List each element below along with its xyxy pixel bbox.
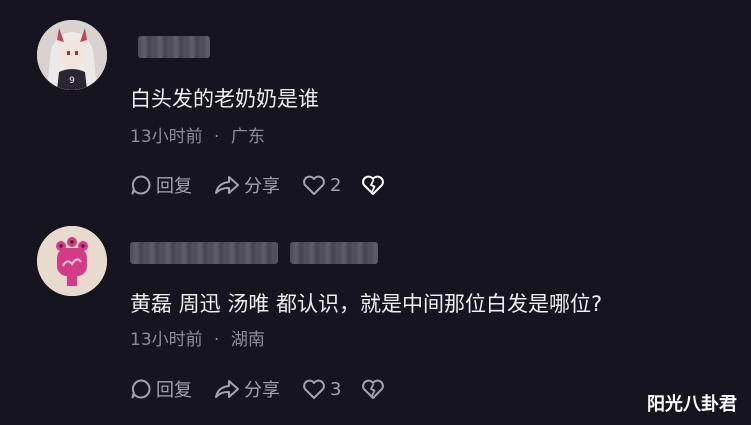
- comment-item-1: 9 白头发的老奶奶是谁 13小时前 · 广东 回复 分享 2: [0, 0, 751, 212]
- watermark: 阳光八卦君: [647, 394, 737, 415]
- comment-item-2: 黄磊 周迅 汤唯 都认识，就是中间那位白发是哪位? 13小时前 · 湖南 回复 …: [0, 212, 751, 425]
- heart-icon: [303, 175, 325, 195]
- comment-meta: 13小时前 · 广东: [130, 122, 265, 147]
- reply-label: 回复: [156, 176, 192, 197]
- broken-heart-icon: [362, 175, 385, 195]
- meta-separator: ·: [214, 127, 220, 147]
- reply-button[interactable]: 回复: [130, 172, 192, 198]
- like-count: 2: [330, 174, 342, 196]
- like-count: 3: [330, 378, 342, 400]
- meta-separator: ·: [214, 330, 220, 350]
- reply-icon: [131, 175, 151, 195]
- reply-button[interactable]: 回复: [130, 376, 192, 402]
- avatar[interactable]: [37, 226, 107, 296]
- comment-text: 黄磊 周迅 汤唯 都认识，就是中间那位白发是哪位?: [130, 292, 603, 316]
- heart-icon: [303, 379, 325, 399]
- anime-character-avatar-icon: 9: [37, 20, 107, 90]
- comment-location: 广东: [230, 127, 265, 147]
- comment-location: 湖南: [230, 330, 265, 350]
- username-redacted: [138, 36, 210, 58]
- reply-icon: [131, 379, 151, 399]
- username-redacted-suffix: [290, 242, 378, 264]
- comment-actions: 回复 分享 2: [130, 172, 385, 198]
- broken-heart-icon: [362, 379, 385, 399]
- comment-time: 13小时前: [130, 330, 203, 350]
- share-icon: [215, 176, 239, 194]
- like-button[interactable]: 2: [302, 174, 341, 196]
- comment-text: 白头发的老奶奶是谁: [130, 87, 319, 111]
- reply-label: 回复: [156, 380, 192, 401]
- avatar[interactable]: 9: [37, 20, 107, 90]
- share-icon: [215, 380, 239, 398]
- share-button[interactable]: 分享: [214, 172, 280, 198]
- share-button[interactable]: 分享: [214, 376, 280, 402]
- username-redacted: [130, 242, 278, 264]
- svg-text:9: 9: [69, 76, 75, 86]
- comment-meta: 13小时前 · 湖南: [130, 325, 265, 350]
- dislike-button[interactable]: [361, 378, 385, 400]
- like-button[interactable]: 3: [302, 378, 341, 400]
- pink-creature-avatar-icon: [37, 226, 107, 296]
- comment-actions: 回复 分享 3: [130, 376, 385, 402]
- comment-time: 13小时前: [130, 127, 203, 147]
- share-label: 分享: [244, 176, 280, 197]
- share-label: 分享: [244, 380, 280, 401]
- dislike-button[interactable]: [361, 174, 385, 196]
